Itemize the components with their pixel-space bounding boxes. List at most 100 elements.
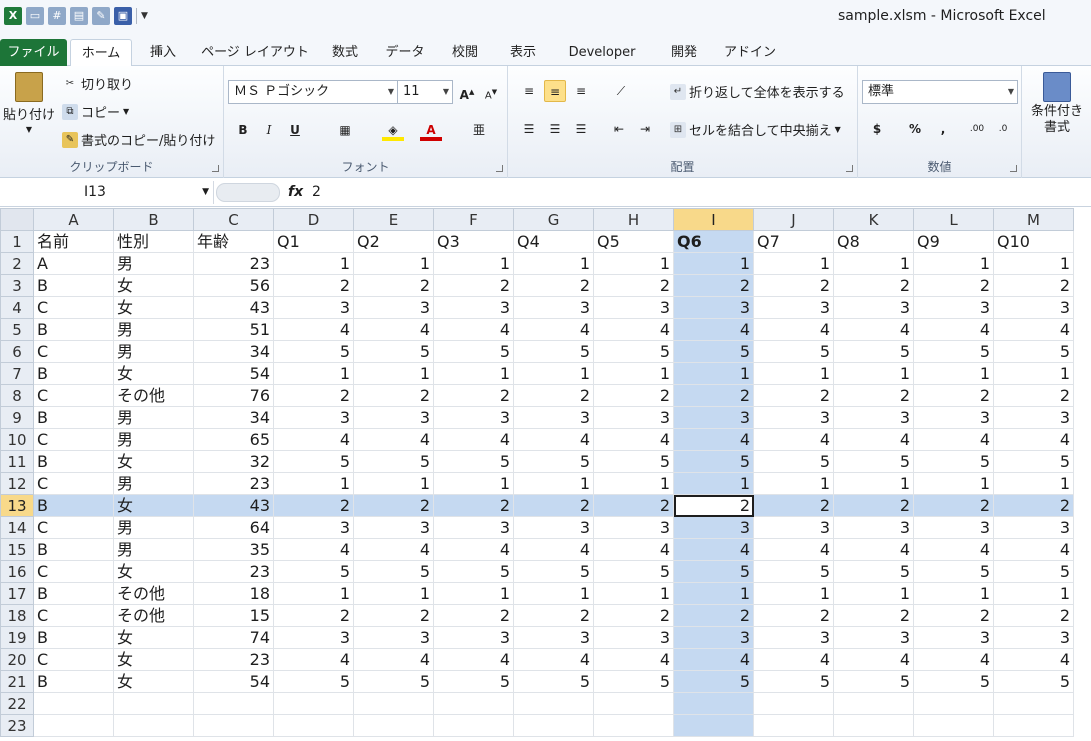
cell-g22[interactable] — [513, 692, 594, 715]
cell-j5[interactable]: 4 — [753, 318, 834, 341]
cell-k1[interactable]: Q8 — [833, 230, 914, 253]
cell-h9[interactable]: 3 — [593, 406, 674, 429]
row-header[interactable]: 6 — [0, 340, 34, 363]
cell-h10[interactable]: 4 — [593, 428, 674, 451]
cell-e19[interactable]: 3 — [353, 626, 434, 649]
cell-m16[interactable]: 5 — [993, 560, 1074, 583]
cell-d11[interactable]: 5 — [273, 450, 354, 473]
cell-k21[interactable]: 5 — [833, 670, 914, 693]
cell-a17[interactable]: B — [33, 582, 114, 605]
cell-f15[interactable]: 4 — [433, 538, 514, 561]
dialog-launcher-icon[interactable] — [846, 165, 853, 172]
cell-a16[interactable]: C — [33, 560, 114, 583]
cell-c2[interactable]: 23 — [193, 252, 274, 275]
cell-d15[interactable]: 4 — [273, 538, 354, 561]
cell-k22[interactable] — [833, 692, 914, 715]
cell-a11[interactable]: B — [33, 450, 114, 473]
cell-k5[interactable]: 4 — [833, 318, 914, 341]
cell-m18[interactable]: 2 — [993, 604, 1074, 627]
cell-b14[interactable]: 男 — [113, 516, 194, 539]
cell-c4[interactable]: 43 — [193, 296, 274, 319]
cell-k11[interactable]: 5 — [833, 450, 914, 473]
cell-d20[interactable]: 4 — [273, 648, 354, 671]
cell-i16[interactable]: 5 — [673, 560, 754, 583]
cell-c19[interactable]: 74 — [193, 626, 274, 649]
cell-g7[interactable]: 1 — [513, 362, 594, 385]
cell-f22[interactable] — [433, 692, 514, 715]
cell-k8[interactable]: 2 — [833, 384, 914, 407]
cell-h13[interactable]: 2 — [593, 494, 674, 517]
cell-h14[interactable]: 3 — [593, 516, 674, 539]
cell-i6[interactable]: 5 — [673, 340, 754, 363]
format-painter-button[interactable]: ✎ 書式のコピー/貼り付け — [62, 130, 215, 149]
cell-k13[interactable]: 2 — [833, 494, 914, 517]
cell-a7[interactable]: B — [33, 362, 114, 385]
cell-k4[interactable]: 3 — [833, 296, 914, 319]
tab-review[interactable]: 校閲 — [440, 39, 490, 66]
cell-g13[interactable]: 2 — [513, 494, 594, 517]
cell-k16[interactable]: 5 — [833, 560, 914, 583]
new-icon[interactable]: ▭ — [26, 7, 44, 25]
tab-developer[interactable]: Developer — [556, 39, 648, 66]
decrease-decimal-icon[interactable]: .0 — [992, 118, 1014, 140]
column-header-b[interactable]: B — [113, 208, 194, 231]
cell-b3[interactable]: 女 — [113, 274, 194, 297]
cell-l1[interactable]: Q9 — [913, 230, 994, 253]
cell-b13[interactable]: 女 — [113, 494, 194, 517]
row-header[interactable]: 5 — [0, 318, 34, 341]
cell-i7[interactable]: 1 — [673, 362, 754, 385]
cell-h19[interactable]: 3 — [593, 626, 674, 649]
cell-a3[interactable]: B — [33, 274, 114, 297]
cell-e17[interactable]: 1 — [353, 582, 434, 605]
cell-j7[interactable]: 1 — [753, 362, 834, 385]
cell-a12[interactable]: C — [33, 472, 114, 495]
row-header[interactable]: 2 — [0, 252, 34, 275]
cell-f5[interactable]: 4 — [433, 318, 514, 341]
cell-c8[interactable]: 76 — [193, 384, 274, 407]
cell-m6[interactable]: 5 — [993, 340, 1074, 363]
cell-a18[interactable]: C — [33, 604, 114, 627]
cell-e12[interactable]: 1 — [353, 472, 434, 495]
cell-a8[interactable]: C — [33, 384, 114, 407]
orientation-icon[interactable]: ⟋ — [610, 80, 632, 102]
cell-i19[interactable]: 3 — [673, 626, 754, 649]
tab-file[interactable]: ファイル — [0, 39, 67, 66]
cell-c1[interactable]: 年齢 — [193, 230, 274, 253]
row-header[interactable]: 17 — [0, 582, 34, 605]
cell-l12[interactable]: 1 — [913, 472, 994, 495]
column-header-f[interactable]: F — [433, 208, 514, 231]
cell-f12[interactable]: 1 — [433, 472, 514, 495]
cell-m20[interactable]: 4 — [993, 648, 1074, 671]
row-header[interactable]: 19 — [0, 626, 34, 649]
name-box[interactable]: I13 ▼ — [0, 181, 214, 204]
cell-m13[interactable]: 2 — [993, 494, 1074, 517]
cell-f13[interactable]: 2 — [433, 494, 514, 517]
cell-l15[interactable]: 4 — [913, 538, 994, 561]
cell-i11[interactable]: 5 — [673, 450, 754, 473]
formula-input[interactable]: 2 — [312, 181, 321, 204]
cell-d14[interactable]: 3 — [273, 516, 354, 539]
dialog-launcher-icon[interactable] — [1010, 165, 1017, 172]
cell-k14[interactable]: 3 — [833, 516, 914, 539]
cell-k6[interactable]: 5 — [833, 340, 914, 363]
cell-m9[interactable]: 3 — [993, 406, 1074, 429]
cell-f19[interactable]: 3 — [433, 626, 514, 649]
cell-g15[interactable]: 4 — [513, 538, 594, 561]
cell-i23[interactable] — [673, 714, 754, 737]
macro-icon[interactable]: ✎ — [92, 7, 110, 25]
row-header[interactable]: 14 — [0, 516, 34, 539]
cell-l5[interactable]: 4 — [913, 318, 994, 341]
cell-g12[interactable]: 1 — [513, 472, 594, 495]
cell-k3[interactable]: 2 — [833, 274, 914, 297]
row-header[interactable]: 9 — [0, 406, 34, 429]
cell-m23[interactable] — [993, 714, 1074, 737]
cell-g18[interactable]: 2 — [513, 604, 594, 627]
cell-a1[interactable]: 名前 — [33, 230, 114, 253]
column-header-l[interactable]: L — [913, 208, 994, 231]
cell-a13[interactable]: B — [33, 494, 114, 517]
cell-l21[interactable]: 5 — [913, 670, 994, 693]
column-header-i[interactable]: I — [673, 208, 754, 231]
cell-l16[interactable]: 5 — [913, 560, 994, 583]
cell-i15[interactable]: 4 — [673, 538, 754, 561]
increase-indent-icon[interactable]: ⇥ — [634, 118, 656, 140]
